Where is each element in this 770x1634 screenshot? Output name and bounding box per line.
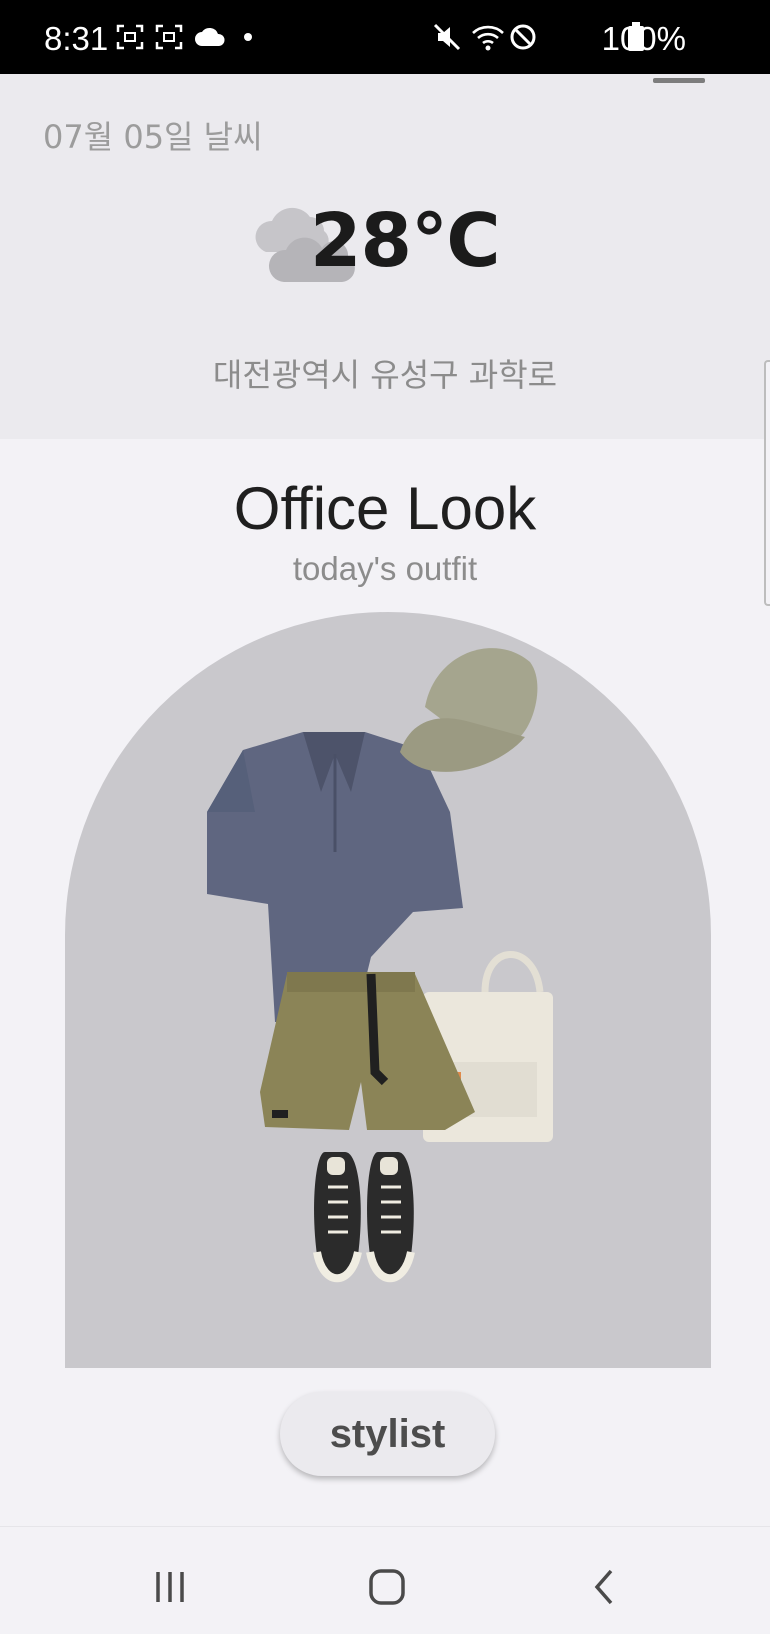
cloud-status-icon — [194, 22, 226, 52]
home-icon[interactable] — [357, 1563, 417, 1611]
blocked-icon — [508, 22, 538, 52]
mute-icon — [432, 22, 462, 52]
weather-location: 대전광역시 유성구 과학로 — [212, 356, 558, 394]
stylist-button[interactable]: stylist — [280, 1392, 495, 1476]
status-bar: 8:31 100% — [0, 0, 770, 74]
weather-date: 07월 05일 날씨 — [43, 118, 263, 156]
battery-icon — [627, 22, 645, 52]
outfit-image — [65, 612, 711, 1368]
cap-image — [400, 648, 538, 772]
weather-summary: 28℃ — [248, 198, 501, 294]
dot-icon — [243, 22, 253, 52]
wifi-icon — [470, 22, 506, 52]
back-icon[interactable] — [574, 1563, 634, 1611]
status-time: 8:31 — [44, 20, 109, 57]
screen-record-icon — [155, 22, 183, 52]
outfit-title: Office Look — [233, 475, 537, 542]
screenshot-icon — [116, 22, 144, 52]
recent-apps-icon[interactable] — [140, 1563, 200, 1611]
app-screen: 07월 05일 날씨 28℃ 대전광역시 유성구 과학로 Office Look… — [0, 74, 770, 1526]
sneakers-image — [313, 1152, 415, 1283]
drag-handle[interactable] — [653, 78, 705, 83]
navigation-bar — [0, 1526, 770, 1634]
temperature: 28℃ — [310, 198, 501, 284]
outfit-subtitle: today's outfit — [292, 550, 478, 587]
weather-panel: 07월 05일 날씨 28℃ 대전광역시 유성구 과학로 — [0, 74, 770, 439]
